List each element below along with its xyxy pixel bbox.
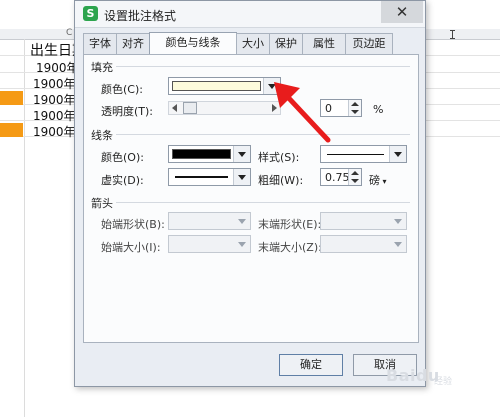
chevron-down-icon[interactable] (233, 169, 250, 185)
line-group-title: 线条 (91, 129, 113, 142)
chevron-down-icon[interactable] (389, 146, 406, 162)
begin-size-dropdown[interactable] (168, 235, 251, 253)
fill-color-swatch (172, 81, 261, 91)
weight-input[interactable]: 0.75 (320, 168, 362, 186)
end-size-dropdown[interactable] (320, 235, 407, 253)
tab-strip: 字体 对齐 颜色与线条 大小 保护 属性 页边距 (83, 32, 419, 55)
end-style-dropdown[interactable] (320, 212, 407, 230)
watermark-subtext: 经验 (434, 377, 453, 387)
grid-line (24, 39, 25, 417)
chevron-down-icon[interactable] (390, 236, 406, 252)
divider (116, 202, 410, 203)
spin-arrows-icon[interactable] (348, 169, 361, 185)
end-size-label: 末端大小(Z): (258, 241, 322, 254)
weight-value: 0.75 (325, 171, 350, 184)
weight-unit: 磅 (369, 174, 380, 187)
transparency-slider[interactable] (168, 101, 281, 115)
fill-group-title: 填充 (91, 61, 113, 74)
dash-label: 虚实(D): (101, 174, 144, 187)
tab-protection[interactable]: 保护 (269, 33, 303, 54)
watermark-logo: Baidu (386, 366, 440, 385)
table-cell[interactable]: 1900年 (33, 75, 76, 92)
chevron-down-icon[interactable] (390, 213, 406, 229)
column-letter: C (66, 28, 73, 38)
ok-button[interactable]: 确定 (279, 354, 343, 376)
percent-unit: % (373, 103, 384, 116)
table-cell[interactable]: 1900年 (33, 91, 76, 108)
begin-style-dropdown[interactable] (168, 212, 251, 230)
chevron-down-icon[interactable] (234, 236, 250, 252)
red-annotation-arrow-icon (274, 82, 331, 143)
dash-preview (175, 176, 228, 178)
weight-unit-dropdown[interactable]: 磅 ▾ (369, 172, 387, 188)
chevron-down-icon[interactable] (234, 213, 250, 229)
table-cell[interactable]: 1900年 (36, 59, 79, 76)
end-style-label: 末端形状(E): (258, 218, 322, 231)
transparency-label: 透明度(T): (101, 105, 154, 118)
chevron-down-icon[interactable] (233, 146, 250, 162)
tab-font[interactable]: 字体 (83, 33, 117, 54)
spin-arrows-icon[interactable] (348, 100, 361, 116)
slider-left-arrow-icon[interactable] (172, 104, 177, 112)
weight-label: 粗细(W): (258, 174, 304, 187)
table-cell[interactable]: 1900年 (33, 123, 76, 140)
arrows-group-title: 箭头 (91, 197, 113, 210)
wps-app-icon: S (83, 6, 98, 21)
line-style-label: 样式(S): (258, 151, 300, 164)
highlighted-row-marker (0, 123, 23, 137)
text-cursor-icon (450, 30, 455, 39)
tab-colors-and-lines[interactable]: 颜色与线条 (149, 32, 237, 55)
close-icon[interactable]: ✕ (381, 1, 423, 23)
divider (116, 134, 410, 135)
table-cell[interactable]: 1900年 (33, 107, 76, 124)
fill-color-label: 颜色(C): (101, 83, 143, 96)
tab-size[interactable]: 大小 (236, 33, 270, 54)
format-comment-dialog: S 设置批注格式 ✕ 字体 对齐 颜色与线条 大小 保护 属性 页边距 填充 颜… (74, 0, 426, 387)
fill-color-dropdown[interactable] (168, 77, 281, 95)
begin-style-label: 始端形状(B): (101, 218, 165, 231)
slider-thumb[interactable] (183, 102, 197, 114)
colors-and-lines-panel: 填充 颜色(C): 透明度(T): 0 % 线条 颜色(O): 样式(S): 虚… (83, 54, 419, 343)
begin-size-label: 始端大小(I): (101, 241, 161, 254)
divider (116, 66, 410, 67)
tab-properties[interactable]: 属性 (302, 33, 346, 54)
line-style-preview (327, 154, 384, 155)
chevron-down-icon: ▾ (380, 177, 387, 186)
dialog-title: 设置批注格式 (104, 9, 177, 23)
highlighted-row-marker (0, 91, 23, 105)
tab-margins[interactable]: 页边距 (345, 33, 393, 54)
dash-dropdown[interactable] (168, 168, 251, 186)
line-color-label: 颜色(O): (101, 151, 144, 164)
tab-alignment[interactable]: 对齐 (116, 33, 150, 54)
line-color-dropdown[interactable] (168, 145, 251, 163)
line-color-swatch (172, 149, 231, 159)
dialog-titlebar[interactable]: S 设置批注格式 ✕ (75, 1, 425, 28)
